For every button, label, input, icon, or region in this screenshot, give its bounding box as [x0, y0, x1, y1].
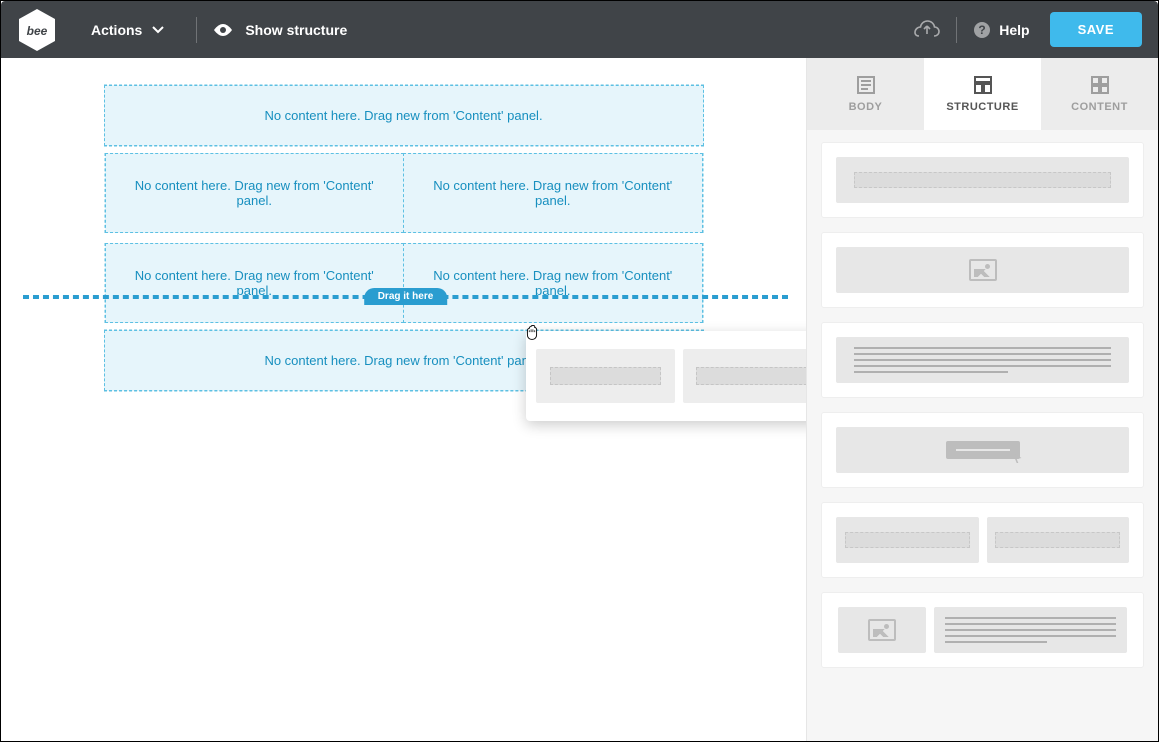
structure-item-img-text[interactable]	[821, 592, 1144, 668]
save-button[interactable]: SAVE	[1050, 12, 1142, 47]
show-structure-label: Show structure	[245, 22, 347, 38]
tab-body-label: BODY	[849, 101, 883, 113]
hex-logo-icon: bee	[17, 8, 57, 52]
content-placeholder[interactable]: No content here. Drag new from 'Content'…	[105, 153, 405, 233]
tab-body[interactable]: BODY	[807, 58, 924, 130]
tab-content[interactable]: CONTENT	[1041, 58, 1158, 130]
row-block[interactable]: No content here. Drag new from 'Content'…	[104, 84, 704, 147]
help-label: Help	[999, 22, 1029, 38]
topbar: bee Actions Show structure ? Help SAVE	[1, 1, 1158, 58]
structure-item-button[interactable]	[821, 412, 1144, 488]
dragging-preview	[526, 331, 806, 421]
image-icon	[868, 619, 896, 641]
text-lines-icon	[854, 347, 1112, 373]
cloud-upload-icon[interactable]	[914, 20, 940, 40]
canvas-area[interactable]: No content here. Drag new from 'Content'…	[1, 58, 806, 741]
question-icon: ?	[973, 21, 991, 39]
structure-item-single[interactable]	[821, 142, 1144, 218]
tab-structure-label: STRUCTURE	[946, 101, 1018, 113]
row-block[interactable]: No content here. Drag new from 'Content'…	[104, 243, 704, 323]
topbar-right: ? Help SAVE	[914, 12, 1142, 47]
content-placeholder[interactable]: No content here. Drag new from 'Content'…	[105, 243, 405, 323]
drop-indicator: Drag it here	[23, 295, 788, 299]
tab-content-label: CONTENT	[1071, 101, 1128, 113]
help-link[interactable]: ? Help	[973, 21, 1029, 39]
grabbing-cursor-icon	[521, 322, 543, 344]
structure-item-two-col[interactable]	[821, 502, 1144, 578]
tab-structure[interactable]: STRUCTURE	[924, 58, 1041, 130]
content-icon	[1090, 75, 1110, 95]
structure-item-text[interactable]	[821, 322, 1144, 398]
separator	[956, 17, 957, 43]
logo[interactable]: bee	[17, 8, 57, 52]
content-placeholder[interactable]: No content here. Drag new from 'Content'…	[104, 85, 704, 146]
drag-col	[536, 349, 675, 403]
side-panel: BODY STRUCTURE CONTENT	[806, 58, 1158, 741]
structure-icon	[973, 75, 993, 95]
separator	[196, 17, 197, 43]
drag-col	[683, 349, 807, 403]
row-block[interactable]: No content here. Drag new from 'Content'…	[104, 153, 704, 233]
eye-icon	[213, 23, 233, 37]
structure-list[interactable]	[807, 130, 1158, 741]
image-icon	[969, 259, 997, 281]
workspace: No content here. Drag new from 'Content'…	[1, 58, 1158, 741]
button-icon	[946, 441, 1020, 459]
structure-item-image[interactable]	[821, 232, 1144, 308]
actions-label: Actions	[91, 22, 142, 38]
body-icon	[856, 75, 876, 95]
drop-hint-pill: Drag it here	[364, 288, 448, 305]
show-structure-toggle[interactable]: Show structure	[213, 22, 347, 38]
svg-text:bee: bee	[27, 24, 48, 38]
panel-tabs: BODY STRUCTURE CONTENT	[807, 58, 1158, 130]
content-placeholder[interactable]: No content here. Drag new from 'Content'…	[403, 153, 703, 233]
actions-menu[interactable]: Actions	[67, 22, 180, 38]
chevron-down-icon	[152, 26, 164, 34]
content-placeholder[interactable]: No content here. Drag new from 'Content'…	[403, 243, 703, 323]
svg-text:?: ?	[979, 23, 986, 37]
text-lines-icon	[945, 617, 1115, 643]
